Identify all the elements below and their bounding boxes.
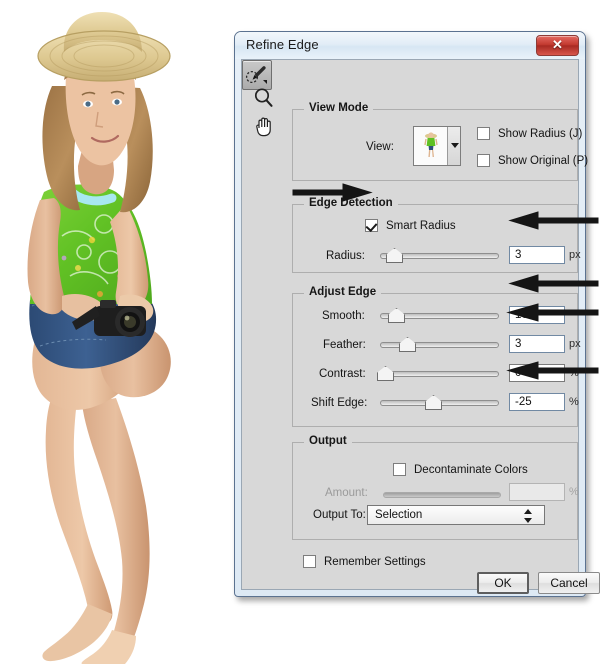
subject-photo: [0, 0, 235, 664]
feather-label: Feather:: [323, 339, 366, 351]
adjust-edge-group: Adjust Edge Smooth: 10 Feather: 3 px Con…: [292, 286, 581, 427]
ok-button[interactable]: OK: [477, 572, 529, 594]
remember-settings-label: Remember Settings: [324, 556, 426, 568]
contrast-unit: %: [569, 367, 579, 379]
radius-value[interactable]: 3: [509, 246, 565, 264]
smooth-value-text: 10: [515, 309, 528, 321]
shift-edge-label: Shift Edge:: [311, 397, 368, 409]
smooth-slider-thumb[interactable]: [388, 308, 405, 323]
feather-value-text: 3: [515, 338, 522, 350]
refine-edge-dialog: Refine Edge ✕ View Mode View: Show Radiu…: [234, 31, 600, 597]
feather-value[interactable]: 3: [509, 335, 565, 353]
view-mode-group: View Mode View: Show Radius (J) Show Ori…: [292, 102, 588, 181]
feather-slider-thumb[interactable]: [399, 337, 416, 352]
close-icon[interactable]: ✕: [536, 35, 579, 56]
shift-edge-slider[interactable]: [380, 395, 499, 410]
shift-edge-value[interactable]: -25: [509, 393, 565, 411]
radius-slider[interactable]: [380, 248, 499, 263]
contrast-value[interactable]: 0: [509, 364, 565, 382]
contrast-label: Contrast:: [319, 368, 366, 380]
dialog-title: Refine Edge: [246, 37, 319, 52]
contrast-slider-track: [380, 371, 499, 377]
magnifier-icon[interactable]: [252, 86, 276, 110]
shift-edge-value-text: -25: [515, 396, 532, 408]
amount-slider-track: [383, 492, 501, 498]
feather-slider-track: [380, 342, 499, 348]
view-preview-dropdown[interactable]: [413, 126, 461, 166]
output-title: Output: [304, 435, 352, 447]
close-glyph: ✕: [552, 37, 563, 52]
smart-radius-label: Smart Radius: [386, 220, 456, 232]
radius-label: Radius:: [326, 250, 365, 262]
smooth-slider[interactable]: [380, 308, 499, 323]
output-to-label: Output To:: [313, 509, 366, 521]
show-original-label: Show Original (P): [498, 155, 589, 167]
radius-value-text: 3: [515, 249, 522, 261]
feather-slider[interactable]: [380, 337, 499, 352]
radius-unit: px: [569, 249, 581, 261]
decontaminate-colors-label: Decontaminate Colors: [414, 464, 528, 476]
radius-slider-thumb[interactable]: [386, 248, 403, 263]
amount-slider: [383, 487, 501, 501]
smooth-label: Smooth:: [322, 310, 365, 322]
output-group: Output Decontaminate Colors Amount: % Ou…: [292, 435, 579, 540]
shift-edge-unit: %: [569, 396, 579, 408]
shift-edge-slider-thumb[interactable]: [425, 395, 442, 410]
amount-value: [509, 483, 565, 501]
contrast-slider-thumb[interactable]: [377, 366, 394, 381]
smooth-value[interactable]: 10: [509, 306, 565, 324]
show-radius-checkbox[interactable]: [477, 127, 490, 140]
dialog-body: View Mode View: Show Radius (J) Show Ori…: [241, 59, 600, 594]
remember-settings-checkbox[interactable]: [303, 555, 316, 568]
show-original-checkbox[interactable]: [477, 154, 490, 167]
output-to-select[interactable]: Selection: [367, 505, 545, 525]
amount-unit: %: [569, 486, 579, 498]
edge-detection-group: Edge Detection Smart Radius Radius: 3 px: [292, 197, 581, 273]
feather-unit: px: [569, 338, 581, 350]
dialog-titlebar[interactable]: Refine Edge ✕: [235, 32, 585, 59]
edge-detection-title: Edge Detection: [304, 197, 398, 209]
view-thumbnail: [414, 127, 448, 165]
cancel-button[interactable]: Cancel: [538, 572, 600, 594]
decontaminate-colors-checkbox[interactable]: [393, 463, 406, 476]
chevron-down-icon[interactable]: [447, 127, 460, 165]
view-label: View:: [366, 141, 394, 153]
adjust-edge-title: Adjust Edge: [304, 286, 382, 298]
hand-icon[interactable]: [252, 114, 276, 138]
contrast-slider[interactable]: [377, 366, 499, 381]
amount-label: Amount:: [325, 487, 368, 499]
output-to-value: Selection: [375, 509, 423, 521]
smart-radius-checkbox[interactable]: [365, 219, 378, 232]
updown-arrows-icon[interactable]: [524, 509, 533, 523]
show-radius-label: Show Radius (J): [498, 128, 583, 140]
view-mode-title: View Mode: [304, 102, 374, 114]
contrast-value-text: 0: [515, 367, 522, 379]
